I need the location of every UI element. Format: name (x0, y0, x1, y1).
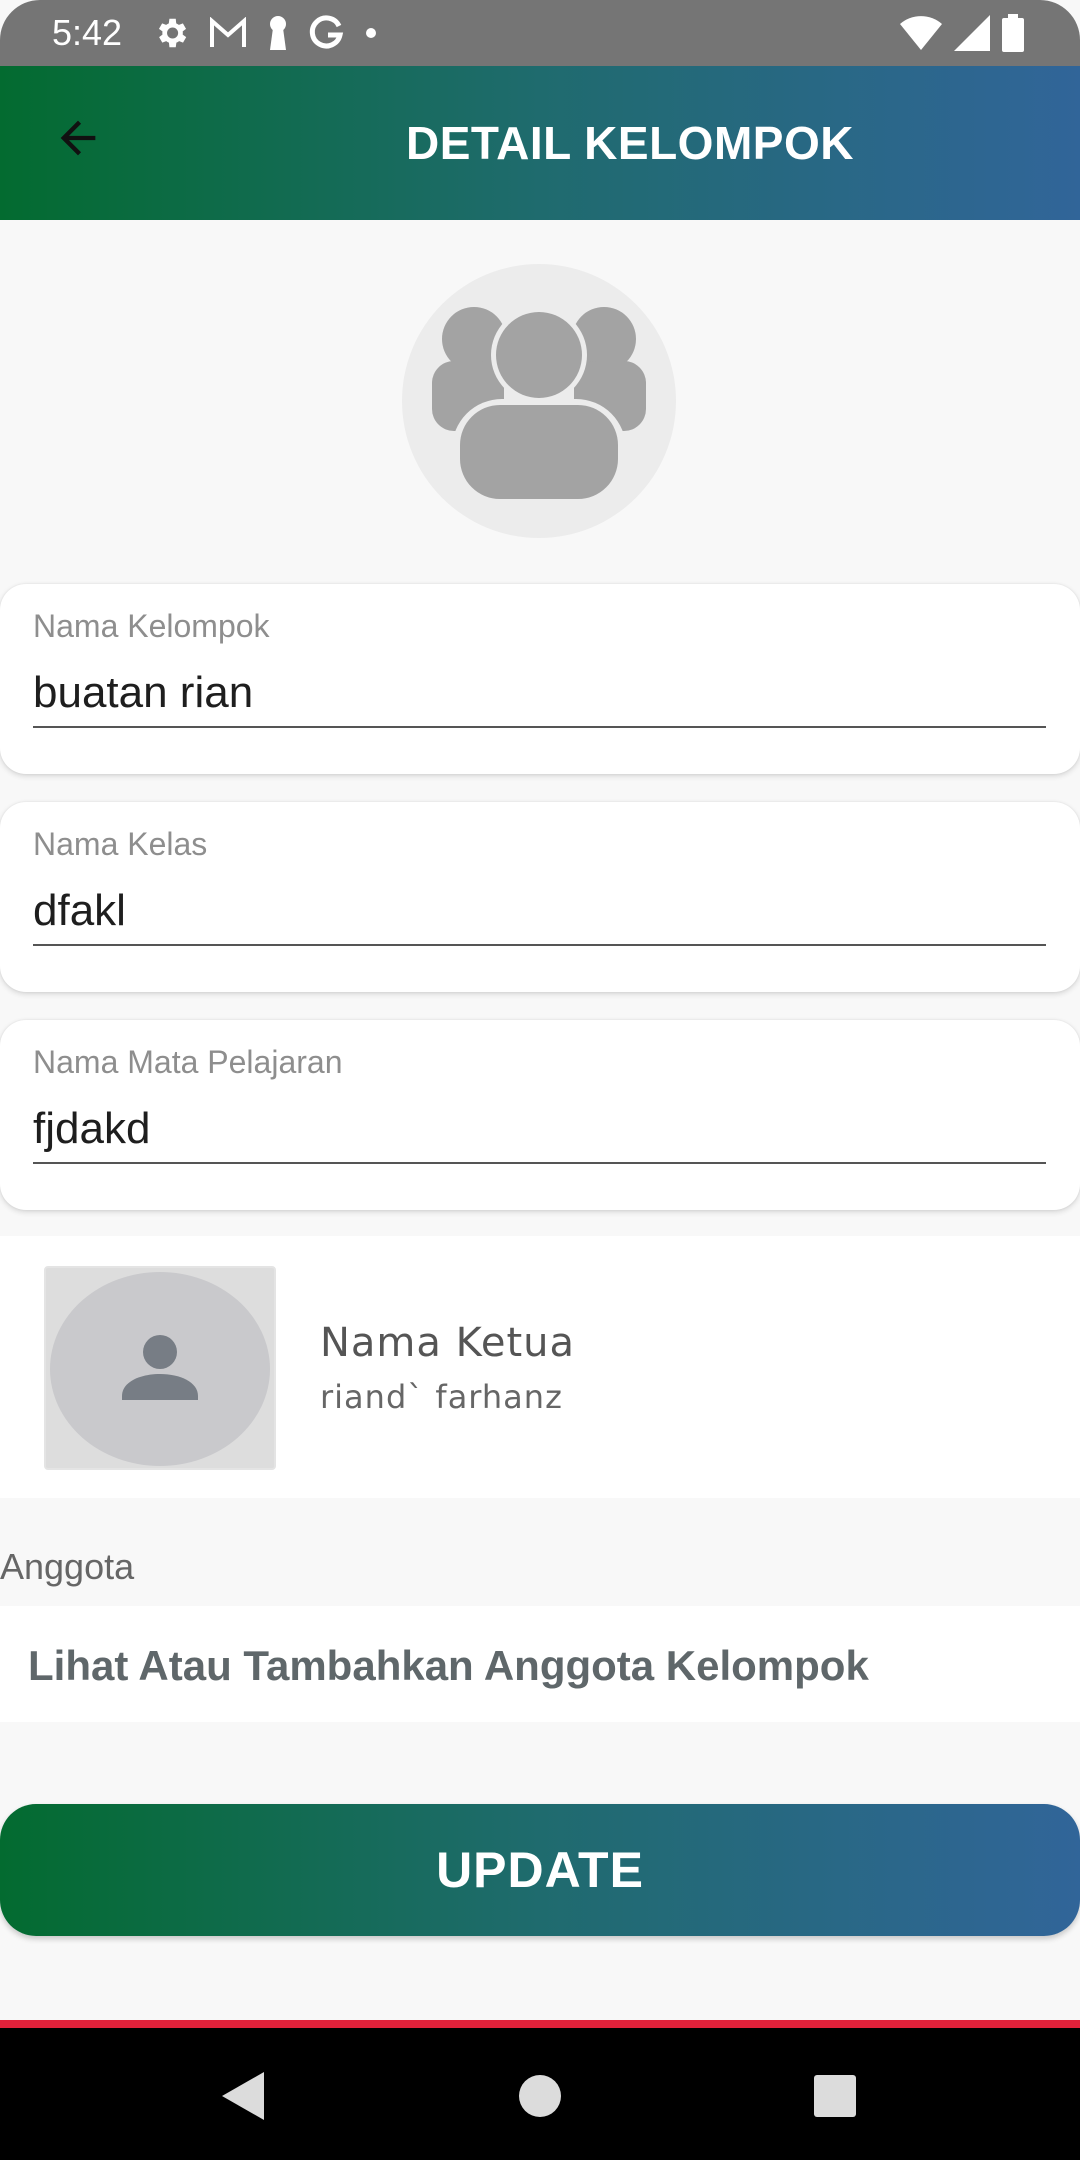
battery-icon (1002, 14, 1024, 52)
navigation-bar (0, 2028, 1080, 2160)
page-title: DETAIL KELOMPOK (406, 117, 854, 169)
members-label: Anggota (0, 1546, 135, 1587)
nav-home-button[interactable] (500, 2058, 580, 2138)
status-notification-icons (152, 12, 378, 54)
nav-recents-button[interactable] (795, 2058, 875, 2138)
google-icon (308, 14, 346, 52)
subject-name-card: Nama Mata Pelajaran (0, 1020, 1080, 1210)
members-link-button[interactable]: Lihat Atau Tambahkan Anggota Kelompok (0, 1606, 1080, 1722)
class-name-input[interactable] (33, 886, 1046, 946)
nav-back-icon (222, 2071, 266, 2125)
arrow-back-icon (52, 112, 104, 169)
gmail-icon (208, 17, 248, 49)
group-name-input[interactable] (33, 668, 1046, 728)
group-people-icon (432, 299, 646, 519)
subject-name-input[interactable] (33, 1104, 1046, 1164)
group-name-card: Nama Kelompok (0, 584, 1080, 774)
nav-back-button[interactable] (204, 2058, 284, 2138)
leader-photo-placeholder (50, 1272, 270, 1466)
leader-section[interactable]: Nama Ketua riand` farhanz (0, 1236, 1080, 1498)
leader-title: Nama Ketua (320, 1320, 576, 1366)
group-avatar[interactable] (402, 264, 676, 538)
subject-name-label: Nama Mata Pelajaran (33, 1044, 343, 1080)
nav-home-icon (518, 2074, 562, 2123)
signal-icon (954, 15, 990, 51)
nav-recents-icon (814, 2074, 856, 2122)
accent-divider (0, 2020, 1080, 2028)
status-time: 5:42 (52, 12, 123, 53)
settings-icon (152, 14, 190, 52)
leader-name: riand` farhanz (320, 1378, 563, 1416)
app-bar: DETAIL KELOMPOK (0, 66, 1080, 220)
class-name-label: Nama Kelas (33, 826, 208, 862)
members-link-label: Lihat Atau Tambahkan Anggota Kelompok (28, 1642, 869, 1689)
person-icon (122, 1334, 198, 1405)
status-system-icons (900, 12, 1024, 54)
update-button[interactable]: UPDATE (0, 1804, 1080, 1936)
keyhole-icon (266, 14, 290, 52)
class-name-card: Nama Kelas (0, 802, 1080, 992)
dot-icon (364, 26, 378, 40)
group-name-label: Nama Kelompok (33, 608, 270, 644)
leader-photo[interactable] (44, 1266, 276, 1470)
back-button[interactable] (44, 106, 112, 174)
wifi-icon (900, 16, 942, 50)
status-bar: 5:42 (0, 0, 1080, 66)
